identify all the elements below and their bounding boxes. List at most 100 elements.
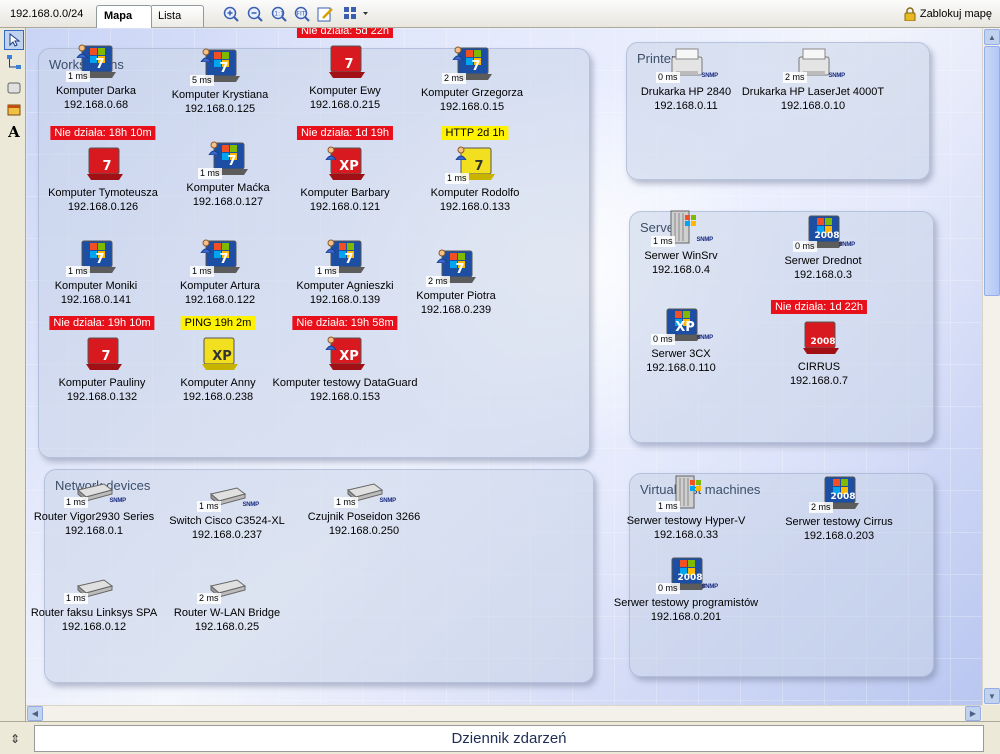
- device-name: Serwer testowy programistów: [613, 597, 759, 609]
- svg-text:XP: XP: [675, 320, 695, 335]
- svg-text:1:1: 1:1: [274, 11, 284, 18]
- response-time: 1 ms: [656, 501, 680, 512]
- svg-text:2008: 2008: [814, 231, 839, 241]
- zoom-in-icon[interactable]: [222, 5, 240, 23]
- status-alert-badge: Nie działa: 1d 22h: [770, 300, 868, 314]
- device-ip: 192.168.0.10: [780, 100, 846, 112]
- device-node[interactable]: 2 ms Router W-LAN Bridge 192.168.0.25: [147, 566, 307, 634]
- device-node[interactable]: 1 ms SNMP Switch Cisco C3524-XL 192.168.0.2…: [147, 474, 307, 542]
- device-ip: 192.168.0.4: [651, 264, 711, 276]
- device-ip: 192.168.0.239: [420, 304, 492, 316]
- snmp-badge: SNMP: [696, 335, 713, 341]
- device-ip: 192.168.0.203: [803, 530, 875, 542]
- device-icon-wrap: XP 0 ms SNMP: [651, 307, 713, 345]
- scroll-right-icon[interactable]: ▶: [965, 706, 981, 721]
- tab-map[interactable]: Mapa: [96, 5, 152, 28]
- snmp-badge: SNMP: [701, 584, 718, 590]
- scroll-up-icon[interactable]: ▲: [984, 29, 1000, 45]
- svg-text:7: 7: [474, 159, 483, 174]
- vertical-scroll-thumb[interactable]: [984, 46, 1000, 296]
- status-alert-badge: Nie działa: 5d 22h: [296, 28, 394, 38]
- response-time: 0 ms: [656, 72, 680, 83]
- rectangle-tool-icon[interactable]: [4, 78, 24, 98]
- network-label: 192.168.0.0/24: [10, 8, 84, 20]
- device-icon-wrap: 7 2 ms: [442, 46, 502, 84]
- device-icon-wrap: 2008 0 ms SNMP: [656, 556, 718, 594]
- device-node[interactable]: 2008 Nie działa: 1d 22h CIRRUS 192.168.0.7: [739, 300, 899, 388]
- device-icon-wrap: 7 1 ms HTTP 2d 1h: [441, 126, 509, 184]
- response-time: 0 ms: [651, 334, 675, 345]
- device-icon-wrap: 7 Nie działa: 18h 10m: [50, 126, 156, 184]
- device-node[interactable]: XP 0 ms SNMP Serwer 3CX 192.168.0.110: [601, 307, 761, 375]
- device-node[interactable]: 2008 2 ms Serwer testowy Cirrus 192.168.0.2…: [759, 475, 919, 543]
- device-node[interactable]: 7 1 ms HTTP 2d 1h Komputer Rodolfo 192.168.0…: [395, 126, 555, 214]
- zoom-actual-size-icon[interactable]: 1:1: [270, 5, 288, 23]
- vertical-scrollbar[interactable]: ▲ ▼: [982, 28, 1000, 705]
- svg-text:2008: 2008: [677, 573, 702, 583]
- device-ip: 192.168.0.7: [789, 375, 849, 387]
- device-icon-wrap: 7 1 ms: [190, 239, 250, 277]
- user-logged-in-icon: [325, 146, 337, 160]
- text-tool-icon[interactable]: A: [4, 122, 24, 142]
- device-node[interactable]: 7 2 ms Komputer Grzegorza 192.168.0.15: [392, 46, 552, 114]
- status-alert-badge: Nie działa: 18h 10m: [50, 126, 156, 140]
- response-time: 1 ms: [315, 266, 339, 277]
- device-icon-wrap: 1 ms: [656, 474, 716, 512]
- device-node[interactable]: 2008 0 ms SNMP Serwer Drednot 192.168.0.3: [743, 214, 903, 282]
- device-icon-wrap: 7 Nie działa: 5d 22h: [296, 28, 394, 82]
- svg-text:2008: 2008: [830, 492, 855, 502]
- event-log-title[interactable]: Dziennik zdarzeń: [34, 725, 984, 752]
- device-icon-wrap: 7 1 ms: [315, 239, 375, 277]
- zoom-fit-icon[interactable]: FIT: [293, 5, 311, 23]
- zoom-out-icon[interactable]: [246, 5, 264, 23]
- response-time: 2 ms: [426, 276, 450, 287]
- device-node[interactable]: XP Nie działa: 19h 58m Komputer testowy Da…: [265, 316, 425, 404]
- svg-text:7: 7: [344, 57, 353, 72]
- response-time: 2 ms: [783, 72, 807, 83]
- device-ip: 192.168.0.237: [191, 529, 263, 541]
- lock-map-label: Zablokuj mapę: [919, 8, 992, 20]
- lock-map-button[interactable]: Zablokuj mapę: [904, 7, 992, 21]
- status-alert-badge: HTTP 2d 1h: [441, 126, 509, 140]
- response-time: 0 ms: [793, 241, 817, 252]
- user-logged-in-icon: [200, 239, 212, 253]
- response-time: 1 ms: [445, 173, 469, 184]
- horizontal-scrollbar[interactable]: ◀ ▶: [26, 705, 982, 721]
- device-node[interactable]: 1 ms Serwer testowy Hyper-V 192.168.0.33: [606, 474, 766, 542]
- device-name: Serwer 3CX: [651, 348, 711, 360]
- response-time: 2 ms: [809, 502, 833, 513]
- windows-7-computer-icon: 7: [87, 147, 123, 180]
- windows-xp-computer-icon: XP: [202, 337, 238, 370]
- svg-text:XP: XP: [339, 159, 359, 174]
- device-ip: 192.168.0.15: [439, 101, 505, 113]
- device-node[interactable]: 1 ms SNMP Czujnik Poseidon 3266 192.168.0.2…: [284, 470, 444, 538]
- device-node[interactable]: 2008 0 ms SNMP Serwer testowy programistów 1…: [606, 556, 766, 624]
- svg-text:7: 7: [102, 159, 111, 174]
- group-tool-icon[interactable]: [4, 100, 24, 120]
- edit-map-icon[interactable]: [316, 5, 334, 23]
- user-logged-in-icon: [436, 249, 448, 263]
- expand-log-icon[interactable]: ⇕: [4, 728, 26, 750]
- device-node[interactable]: 7 2 ms Komputer Piotra 192.168.0.239: [376, 249, 536, 317]
- scroll-down-icon[interactable]: ▼: [984, 688, 1000, 704]
- windows-server-2008-icon: 2008: [803, 321, 839, 354]
- lock-icon: [904, 7, 916, 21]
- scroll-left-icon[interactable]: ◀: [27, 706, 43, 721]
- device-ip: 192.168.0.3: [793, 269, 853, 281]
- device-name: Komputer Grzegorza: [420, 87, 524, 99]
- snmp-badge: SNMP: [838, 242, 855, 248]
- svg-text:7: 7: [219, 252, 228, 267]
- snmp-badge: SNMP: [696, 237, 713, 243]
- layout-dropdown-icon[interactable]: [342, 5, 370, 23]
- user-logged-in-icon: [452, 46, 464, 60]
- tab-list[interactable]: Lista: [150, 5, 204, 27]
- connect-tool-icon[interactable]: [4, 52, 24, 72]
- svg-text:7: 7: [227, 154, 236, 169]
- device-node[interactable]: 1 ms SNMP Serwer WinSrv 192.168.0.4: [601, 209, 761, 277]
- response-time: 0 ms: [656, 583, 680, 594]
- device-node[interactable]: 2 ms SNMP Drukarka HP LaserJet 4000T 192.16…: [733, 45, 893, 113]
- select-pointer-icon[interactable]: [4, 30, 24, 50]
- network-map-canvas[interactable]: Workstations Printers Servers Network de…: [26, 28, 982, 705]
- svg-text:7: 7: [471, 59, 480, 74]
- device-name: Komputer testowy DataGuard: [272, 377, 418, 389]
